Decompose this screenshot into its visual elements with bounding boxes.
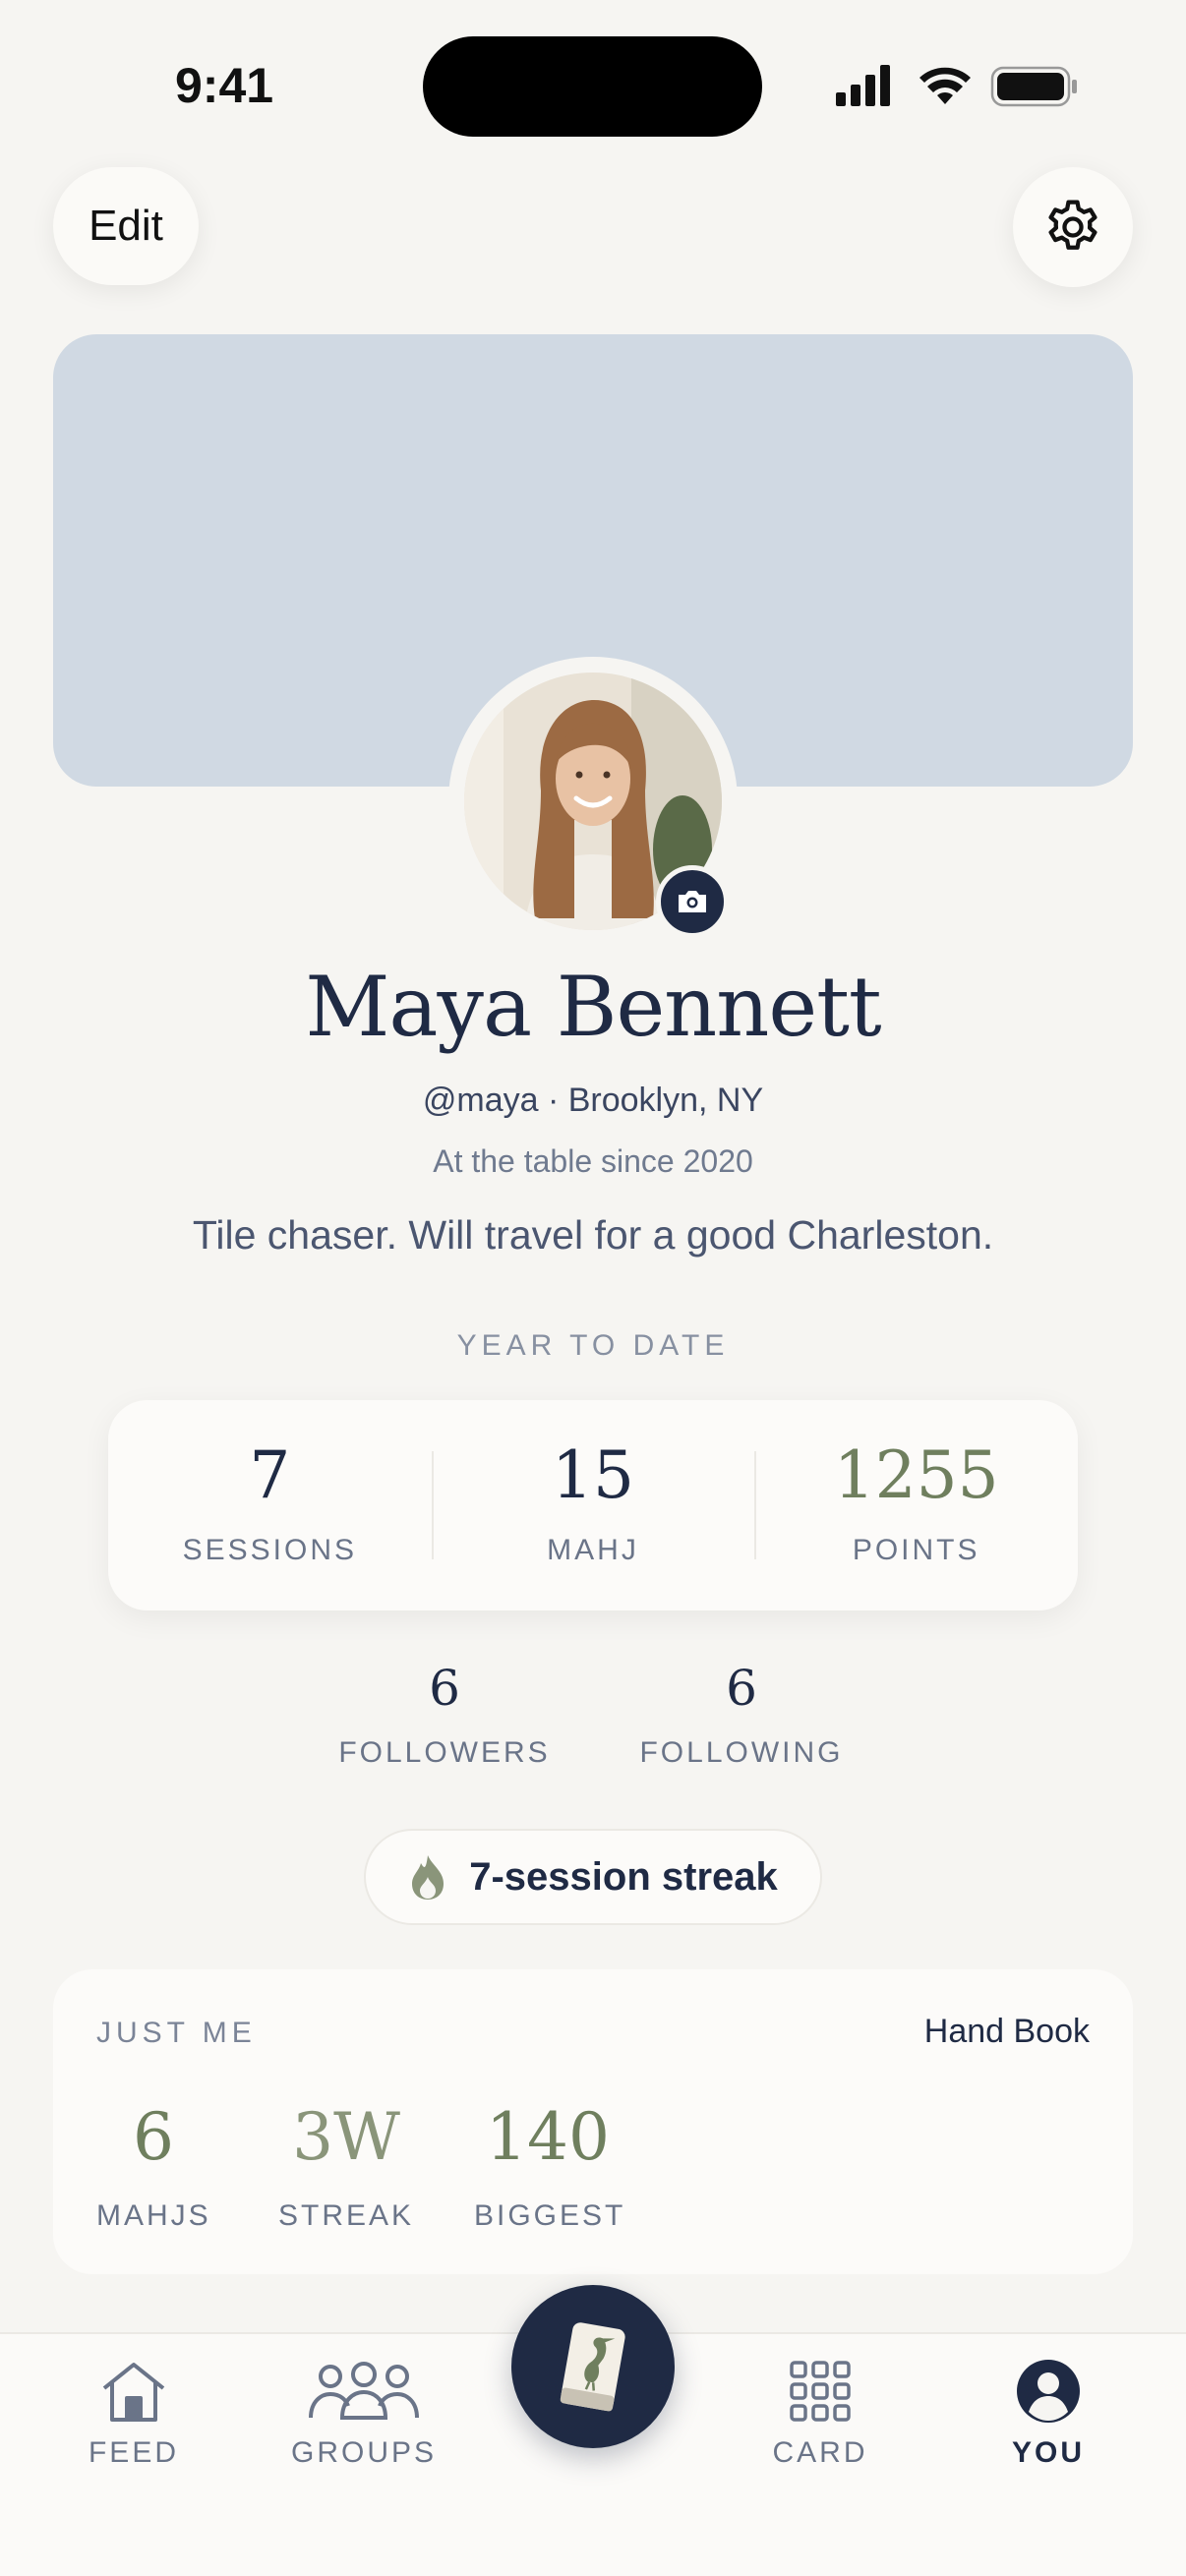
stat-label: MAHJ [547, 1534, 639, 1566]
tab-label: YOU [1011, 2436, 1085, 2469]
tab-feed[interactable]: FEED [35, 2352, 232, 2470]
signal-icon [836, 65, 890, 106]
tab-label: GROUPS [290, 2436, 438, 2469]
stat-label: STREAK [277, 2199, 415, 2232]
stat-points[interactable]: 1255 POINTS [754, 1400, 1078, 1610]
section-label-just-me: JUST ME [96, 2017, 257, 2049]
ytd-stats-card: 7 SESSIONS 15 MAHJ 1255 POINTS [108, 1400, 1078, 1610]
stat-mahj[interactable]: 15 MAHJ [431, 1400, 755, 1610]
stat-mahjs: 6 MAHJS [96, 2105, 210, 2233]
stat-label: BIGGEST [474, 2199, 626, 2232]
stat-biggest: 140 BIGGEST [474, 2099, 626, 2233]
tile-action-button[interactable] [511, 2285, 675, 2448]
settings-button[interactable] [1013, 167, 1133, 287]
status-icons [836, 65, 1077, 107]
followers-button[interactable]: 6 FOLLOWERS [317, 1664, 572, 1770]
stat-streak: 3W STREAK [277, 2105, 415, 2233]
streak-label: 7-session streak [469, 1854, 778, 1899]
flame-icon [412, 1855, 445, 1900]
profile-bio: Tile chaser. Will travel for a good Char… [192, 1212, 994, 1258]
tab-label: FEED [88, 2436, 179, 2469]
member-since: At the table since 2020 [433, 1143, 753, 1179]
hand-book-link[interactable]: Hand Book [924, 2013, 1090, 2051]
section-label-ytd: YEAR TO DATE [456, 1329, 730, 1362]
stat-label: MAHJS [96, 2199, 211, 2232]
stat-value: 15 [552, 1437, 634, 1513]
tab-label: CARD [772, 2436, 868, 2469]
tab-groups[interactable]: GROUPS [266, 2352, 462, 2470]
stat-sessions[interactable]: 7 SESSIONS [108, 1400, 432, 1610]
dynamic-island [423, 36, 762, 137]
following-label: FOLLOWING [639, 1736, 844, 1769]
profile-handle-location: @maya · Brooklyn, NY [422, 1082, 764, 1119]
followers-count: 6 [429, 1660, 460, 1717]
profile-name: Maya Bennett [305, 959, 881, 1055]
person-icon [1017, 2360, 1080, 2423]
streak-badge[interactable]: 7-session streak [364, 1829, 822, 1925]
home-icon [102, 2363, 165, 2422]
stat-value: 7 [249, 1437, 291, 1513]
profile-screen: 9:41 Edit Maya Bennett @maya · Brooklyn,… [0, 0, 1186, 2576]
tile-heron-icon [560, 2322, 625, 2412]
following-count: 6 [726, 1660, 757, 1717]
edit-button[interactable]: Edit [53, 167, 199, 285]
stat-value: 3W [292, 2099, 400, 2175]
tab-you[interactable]: YOU [950, 2352, 1147, 2470]
change-photo-button[interactable] [656, 865, 729, 938]
just-me-card: JUST ME Hand Book 6 MAHJS 3W STREAK 140 … [53, 1969, 1133, 2274]
stat-label: POINTS [852, 1534, 980, 1566]
grid-icon [790, 2361, 851, 2422]
tab-card[interactable]: CARD [722, 2352, 919, 2470]
followers-label: FOLLOWERS [338, 1736, 551, 1769]
battery-icon [990, 66, 1077, 107]
stat-label: SESSIONS [182, 1534, 358, 1566]
stat-value: 1255 [833, 1437, 999, 1513]
status-time: 9:41 [175, 58, 274, 113]
stat-value: 6 [133, 2099, 174, 2175]
wifi-icon [919, 67, 971, 104]
stat-value: 140 [486, 2099, 610, 2175]
following-button[interactable]: 6 FOLLOWING [614, 1664, 869, 1770]
camera-icon [679, 891, 706, 912]
gear-icon [1048, 200, 1097, 250]
groups-icon [309, 2362, 419, 2420]
